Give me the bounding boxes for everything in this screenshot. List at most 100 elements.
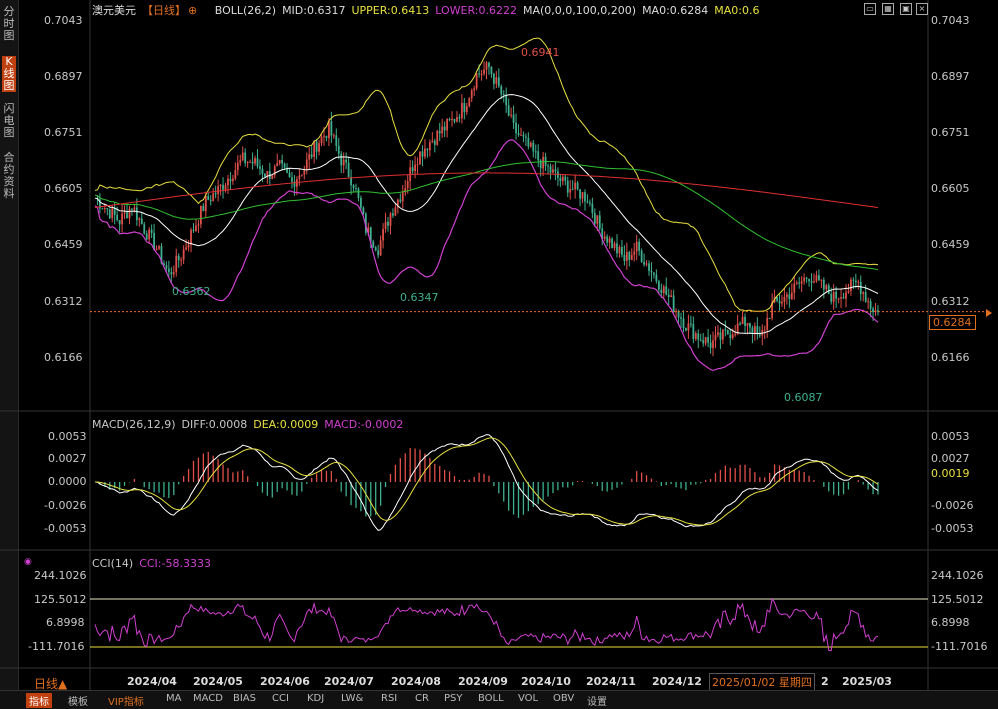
- candle-body: [744, 316, 746, 326]
- candle-body: [717, 332, 719, 335]
- candle-body: [251, 161, 254, 164]
- cci-settings-icon[interactable]: ◉: [24, 557, 32, 567]
- candle-body: [229, 178, 232, 182]
- cci-tick-left: 125.5012: [34, 593, 87, 606]
- price-tick-left: 0.6312: [44, 295, 83, 308]
- candle-body: [593, 213, 596, 224]
- grid-icon[interactable]: ▦: [882, 3, 894, 15]
- add-icon[interactable]: ⊕: [188, 4, 197, 17]
- candle-body: [485, 62, 488, 70]
- close-icon[interactable]: ×: [916, 3, 928, 15]
- candle-body: [113, 208, 116, 215]
- candle-body: [648, 263, 650, 271]
- candle-body: [766, 318, 769, 330]
- tab-templates[interactable]: 模板: [68, 693, 88, 708]
- candle-body: [670, 295, 673, 298]
- candle-body: [446, 119, 449, 131]
- candle-body: [618, 246, 621, 254]
- candle-body: [837, 298, 840, 300]
- macd-tick-left: 0.0053: [48, 430, 87, 443]
- candle-body: [473, 88, 476, 91]
- candle-body: [103, 208, 106, 210]
- candle-body: [428, 142, 431, 151]
- candle-body: [512, 114, 515, 123]
- candle-body: [190, 229, 192, 245]
- tab-vol[interactable]: VOL: [518, 693, 538, 704]
- boll-mid: MID:0.6317: [282, 4, 346, 17]
- candle-body: [805, 277, 808, 279]
- candle-body: [433, 140, 436, 145]
- tab-bias[interactable]: BIAS: [233, 693, 256, 704]
- tab-rsi[interactable]: RSI: [381, 693, 397, 704]
- expand-icon[interactable]: ▣: [900, 3, 912, 15]
- price-tick-right: 0.6751: [931, 126, 970, 139]
- candle-body: [259, 166, 261, 169]
- candle-body: [288, 172, 291, 178]
- candle-body: [148, 229, 151, 240]
- tab-psy[interactable]: PSY: [444, 693, 463, 704]
- candle-body: [332, 135, 335, 137]
- tab-boll[interactable]: BOLL: [478, 693, 504, 704]
- tab-lw[interactable]: LW&: [341, 693, 363, 704]
- candle-body: [379, 240, 382, 256]
- tab-kdj[interactable]: KDJ: [307, 693, 324, 704]
- candle-body: [822, 279, 825, 290]
- candle-body: [842, 297, 845, 299]
- candle-body: [182, 249, 185, 260]
- x-tick: 2024/05: [193, 675, 243, 688]
- candle-body: [357, 188, 360, 198]
- candle-body: [854, 280, 857, 283]
- macd-tick-right: 0.0053: [931, 430, 970, 443]
- candle-body: [660, 289, 663, 294]
- tab-cci[interactable]: CCI: [272, 693, 289, 704]
- candle-body: [603, 236, 606, 239]
- candle-body: [793, 283, 796, 293]
- cci-tick-right: 6.8998: [931, 616, 970, 629]
- candle-body: [118, 220, 121, 225]
- restore-icon[interactable]: ▭: [864, 3, 876, 15]
- candle-body: [872, 308, 874, 313]
- candle-body: [729, 334, 732, 339]
- candle-body: [611, 238, 613, 249]
- candle-body: [788, 294, 791, 299]
- macd-tick-left: -0.0026: [44, 499, 87, 512]
- candle-body: [382, 228, 384, 241]
- candle-body: [271, 175, 274, 179]
- candle-body: [616, 243, 618, 254]
- candle-body: [623, 254, 626, 262]
- candle-body: [463, 102, 466, 113]
- candle-body: [389, 213, 392, 226]
- tab-settings[interactable]: 设置: [587, 693, 607, 708]
- period-label[interactable]: 【日线】: [142, 4, 186, 17]
- candle-body: [571, 189, 574, 191]
- candle-body: [199, 205, 202, 225]
- candle-body: [426, 148, 429, 151]
- tab-indicators[interactable]: 指标: [26, 693, 52, 708]
- candle-body: [825, 285, 828, 290]
- candle-body: [283, 163, 286, 168]
- candle-body: [633, 251, 636, 255]
- tab-macd[interactable]: MACD: [193, 693, 223, 704]
- tab-vip[interactable]: VIP指标: [108, 693, 144, 708]
- candle-body: [465, 106, 468, 113]
- candle-body: [726, 330, 729, 335]
- cci-tick-right: 244.1026: [931, 569, 984, 582]
- macd-tick-right: -0.0053: [931, 522, 974, 535]
- candle-body: [384, 221, 387, 229]
- candle-body: [231, 178, 234, 182]
- candle-body: [598, 215, 601, 229]
- tab-obv[interactable]: OBV: [553, 693, 574, 704]
- ma0-value: MA0:0.6284: [642, 4, 709, 17]
- ma100-line: [94, 160, 879, 271]
- tab-cr[interactable]: CR: [415, 693, 429, 704]
- candle-body: [227, 178, 229, 186]
- candle-body: [448, 119, 451, 121]
- candle-body: [195, 225, 197, 231]
- candle-body: [785, 294, 788, 297]
- candle-body: [460, 102, 463, 119]
- candle-body: [606, 236, 609, 243]
- cci-tick-right: 125.5012: [931, 593, 984, 606]
- tab-ma[interactable]: MA: [166, 693, 181, 704]
- candle-body: [517, 133, 520, 135]
- candle-body: [411, 167, 414, 172]
